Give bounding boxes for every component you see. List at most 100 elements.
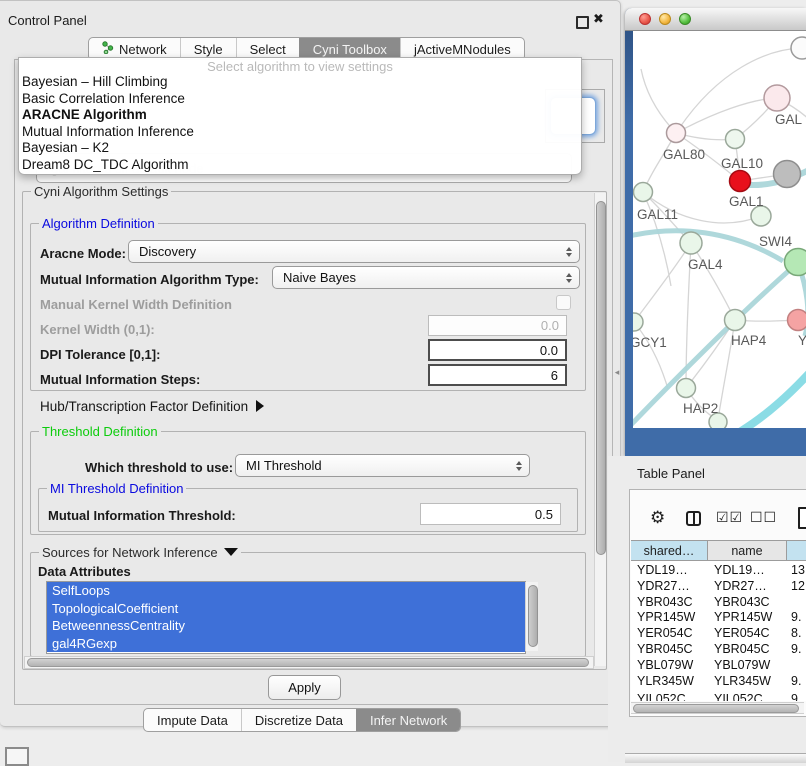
node-gal1-red (730, 171, 751, 192)
node-hap4 (725, 310, 746, 331)
table-row[interactable]: YPR145WYPR145W9. (631, 610, 806, 626)
node-gal10 (726, 130, 745, 149)
mi-steps-field[interactable]: 6 (428, 364, 567, 386)
stepper-arrows-icon (516, 461, 522, 471)
node-label: GAL80 (663, 147, 705, 162)
dropdown-item[interactable]: Basic Correlation Inference (19, 91, 581, 108)
dropdown-item[interactable]: Bayesian – K2 (19, 140, 581, 157)
unchecked-boxes-icon[interactable]: ☐☐ (750, 509, 777, 526)
node-hap2 (677, 379, 696, 398)
table-row[interactable]: YIL052CYIL052C9 (631, 692, 806, 701)
network-icon (102, 41, 114, 57)
node-label: HAP2 (683, 401, 718, 416)
data-attributes-label: Data Attributes (38, 564, 131, 579)
dropdown-item[interactable]: Bayesian – Hill Climbing (19, 74, 581, 91)
minimize-traffic-light-icon[interactable] (659, 13, 671, 25)
data-attributes-list[interactable]: SelfLoops TopologicalCoefficient Between… (46, 581, 526, 654)
which-threshold-label: Which threshold to use: (85, 460, 233, 475)
dropdown-item[interactable]: Mutual Information Inference (19, 124, 581, 141)
node-gray (774, 161, 801, 188)
kernel-width-field[interactable]: 0.0 (428, 315, 567, 336)
hub-definition-expander[interactable]: Hub/Transcription Factor Definition (40, 399, 264, 414)
cyni-bottom-tabbar: Impute Data Discretize Data Infer Networ… (143, 708, 461, 732)
network-window-titlebar[interactable] (625, 8, 806, 31)
mi-type-combobox[interactable]: Naive Bayes (272, 266, 580, 289)
document-icon[interactable] (798, 507, 806, 529)
table-row[interactable]: YDR27…YDR27…12 (631, 579, 806, 595)
node-salmon (788, 310, 806, 331)
manual-kernel-label: Manual Kernel Width Definition (40, 297, 232, 312)
tab-infer-network[interactable]: Infer Network (356, 709, 460, 731)
float-window-icon[interactable] (576, 16, 589, 29)
algorithm-dropdown-popup: Select algorithm to view settings Bayesi… (18, 57, 582, 175)
table-row[interactable]: YBL079WYBL079W (631, 658, 806, 674)
tab-discretize-data[interactable]: Discretize Data (241, 709, 356, 731)
network-canvas[interactable]: GAL GAL80 GAL10 GAL1 GAL11 SWI4 GAL4 GCY… (633, 31, 806, 428)
column-header-shared[interactable]: shared… (631, 540, 708, 561)
checked-boxes-icon[interactable]: ☑☑ (716, 509, 743, 526)
node-light-green (751, 206, 771, 226)
dropdown-hint: Select algorithm to view settings (19, 58, 581, 74)
apply-button[interactable]: Apply (268, 675, 341, 700)
zoom-traffic-light-icon[interactable] (679, 13, 691, 25)
table-row[interactable]: YER054CYER054C8. (631, 626, 806, 642)
network-graph (633, 31, 806, 428)
node-label: GAL4 (688, 257, 723, 272)
close-traffic-light-icon[interactable] (639, 13, 651, 25)
node-gal-clipped (764, 85, 790, 111)
node-label: HAP4 (731, 333, 766, 348)
table-hscrollbar[interactable] (631, 702, 804, 714)
node-gal80 (667, 124, 686, 143)
node-label: Y (798, 333, 806, 348)
panel-divider-handle[interactable]: ◂ (612, 364, 622, 380)
node-label: SWI4 (759, 234, 792, 249)
dropdown-item[interactable]: Dream8 DC_TDC Algorithm (19, 157, 581, 174)
aracne-mode-combobox[interactable]: Discovery (128, 240, 580, 263)
node-label: GAL (775, 112, 802, 127)
node-unlabeled (791, 37, 806, 59)
mi-steps-label: Mutual Information Steps: (40, 372, 200, 387)
which-threshold-combobox[interactable]: MI Threshold (235, 454, 530, 477)
node-gal11 (634, 183, 653, 202)
table-row[interactable]: YBR045CYBR045C9. (631, 642, 806, 658)
table-row[interactable]: YDL19…YDL19…13 (631, 563, 806, 579)
dpi-tolerance-field[interactable]: 0.0 (428, 339, 567, 361)
attr-item-selected[interactable]: SelfLoops (47, 582, 525, 600)
node-label: GAL1 (729, 194, 764, 209)
expand-right-icon (256, 400, 264, 412)
settings-scrollbar[interactable] (594, 193, 606, 666)
node-swi4 (785, 249, 806, 276)
attr-item-selected[interactable]: gal4RGexp (47, 635, 525, 653)
settings-hscrollbar[interactable] (24, 656, 594, 669)
mi-threshold-label: Mutual Information Threshold: (48, 508, 236, 523)
control-panel-title: Control Panel (8, 13, 87, 28)
mi-threshold-field[interactable]: 0.5 (420, 503, 561, 525)
gear-icon[interactable]: ⚙ (650, 508, 665, 528)
node-gal4 (680, 232, 702, 254)
split-columns-icon[interactable] (686, 511, 701, 526)
table-row[interactable]: YBR043CYBR043C (631, 595, 806, 611)
manual-kernel-checkbox[interactable] (556, 295, 571, 310)
aracne-mode-label: Aracne Mode: (40, 246, 126, 261)
attr-item-selected[interactable]: TopologicalCoefficient (47, 600, 525, 618)
tab-impute-data[interactable]: Impute Data (144, 709, 241, 731)
kernel-width-label: Kernel Width (0,1): (40, 322, 155, 337)
mi-type-label: Mutual Information Algorithm Type: (40, 272, 259, 287)
table-panel-title: Table Panel (637, 466, 705, 481)
collapse-down-icon[interactable] (224, 548, 238, 556)
column-header-clipped[interactable] (787, 540, 806, 561)
node-label: GCY1 (633, 335, 667, 350)
table-row[interactable]: YLR345WYLR345W9. (631, 674, 806, 690)
close-icon[interactable]: ✖ (593, 11, 604, 27)
attr-list-scrollbar[interactable] (525, 582, 538, 651)
control-panel-window: Control Panel ✖ Network Style Select Cyn… (0, 0, 621, 727)
stepper-arrows-icon (566, 273, 572, 283)
node-label: GAL10 (721, 156, 763, 171)
cyan-edge (738, 367, 806, 428)
column-header-name[interactable]: name (708, 540, 787, 561)
node-table[interactable]: YDL19…YDL19…13 YDR27…YDR27…12 YBR043CYBR… (631, 561, 806, 701)
attr-item-selected[interactable]: BetweennessCentrality (47, 617, 525, 635)
stepper-arrows-icon (566, 247, 572, 257)
dropdown-item-selected[interactable]: ARACNE Algorithm (19, 107, 581, 124)
clipped-corner-icon[interactable] (5, 747, 29, 766)
